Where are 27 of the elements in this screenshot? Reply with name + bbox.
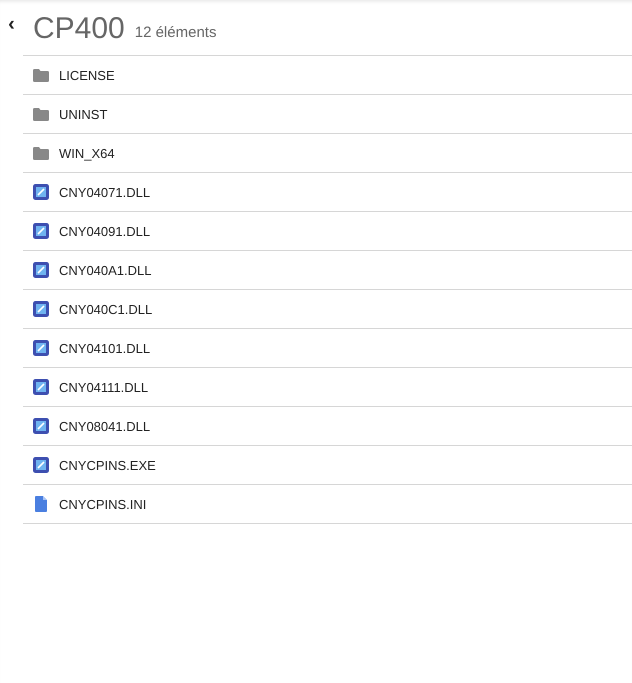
folder-title: CP400 (33, 12, 125, 46)
folder-icon (33, 68, 49, 82)
application-icon (33, 301, 49, 317)
application-icon (33, 184, 49, 200)
file-name[interactable]: CNY040C1.DLL (59, 302, 152, 316)
file-name[interactable]: LICENSE (59, 68, 115, 82)
application-icon (33, 379, 49, 395)
file-name[interactable]: CNY08041.DLL (59, 418, 150, 434)
application-icon (33, 340, 49, 356)
file-name[interactable]: CNY04091.DLL (59, 224, 150, 238)
file-name[interactable]: CNY040A1.DLL (59, 262, 152, 278)
file-name[interactable]: CNY04101.DLL (59, 340, 150, 356)
application-icon (33, 223, 49, 239)
item-count: 12 éléments (134, 23, 216, 41)
file-name[interactable]: CNY04071.DLL (59, 184, 150, 200)
folder-icon (33, 146, 49, 160)
file-name[interactable]: WIN_X64 (59, 146, 115, 160)
application-icon (33, 418, 49, 434)
folder-icon (33, 108, 49, 120)
file-name[interactable]: CNYCPINS.EXE (59, 458, 156, 472)
file-name[interactable]: CNYCPINS.INI (59, 496, 146, 512)
application-icon (33, 457, 49, 473)
file-name[interactable]: CNY04111.DLL (59, 380, 148, 394)
application-icon (33, 262, 49, 278)
file-name[interactable]: UNINST (59, 106, 108, 122)
document-icon (35, 496, 47, 512)
back-button[interactable]: ‹ (0, 13, 23, 36)
